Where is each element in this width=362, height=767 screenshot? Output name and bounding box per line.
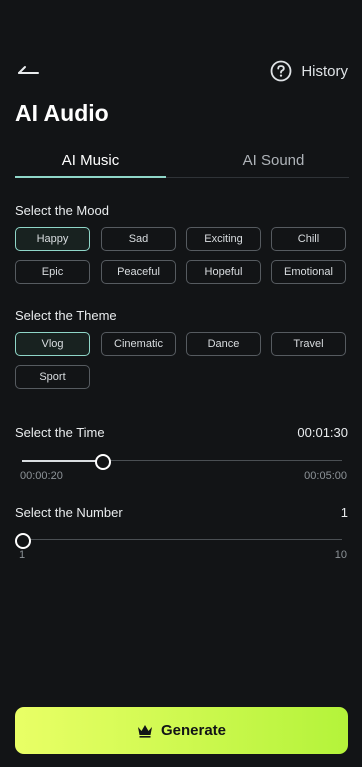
number-section-title: Select the Number [15,505,123,520]
number-min-label: 1 [19,549,26,561]
back-button[interactable] [16,58,44,84]
history-button[interactable]: History [270,58,348,84]
tab-bar: AI Music AI Sound [15,144,349,178]
tab-ai-sound[interactable]: AI Sound [198,144,349,178]
number-slider[interactable] [15,530,349,550]
theme-chip[interactable]: Dance [186,332,261,356]
active-tab-indicator [15,176,166,178]
time-value: 00:01:30 [297,425,348,440]
time-min-label: 00:00:20 [20,470,63,482]
theme-chip[interactable]: Travel [271,332,346,356]
time-section-title: Select the Time [15,425,105,440]
mood-chip[interactable]: Happy [15,227,90,251]
mood-chip[interactable]: Sad [101,227,176,251]
slider-fill [22,459,102,462]
mood-chip[interactable]: Exciting [186,227,261,251]
page-title: AI Audio [15,100,109,126]
arrow-left-icon [18,66,39,74]
mood-chip[interactable]: Epic [15,260,90,284]
time-slider[interactable] [15,451,349,471]
mood-chip[interactable]: Peaceful [101,260,176,284]
number-max-label: 10 [334,549,347,561]
generate-button[interactable]: Generate [15,707,348,754]
tab-ai-music[interactable]: AI Music [15,144,166,178]
slider-thumb[interactable] [95,454,111,470]
theme-chip[interactable]: Vlog [15,332,90,356]
history-label: History [301,62,348,80]
mood-chip[interactable]: Chill [271,227,346,251]
number-value: 1 [340,505,348,520]
theme-chip[interactable]: Sport [15,365,90,389]
mood-chip[interactable]: Hopeful [186,260,261,284]
theme-section-title: Select the Theme [15,308,117,323]
crown-icon [137,724,152,738]
slider-track [22,539,342,540]
theme-chip[interactable]: Cinematic [101,332,176,356]
mood-chip[interactable]: Emotional [271,260,346,284]
slider-thumb[interactable] [15,533,31,549]
time-max-label: 00:05:00 [304,470,347,482]
generate-label: Generate [160,722,227,739]
question-circle-icon [270,60,292,82]
top-bar: History [0,58,362,84]
mood-section-title: Select the Mood [15,203,109,218]
